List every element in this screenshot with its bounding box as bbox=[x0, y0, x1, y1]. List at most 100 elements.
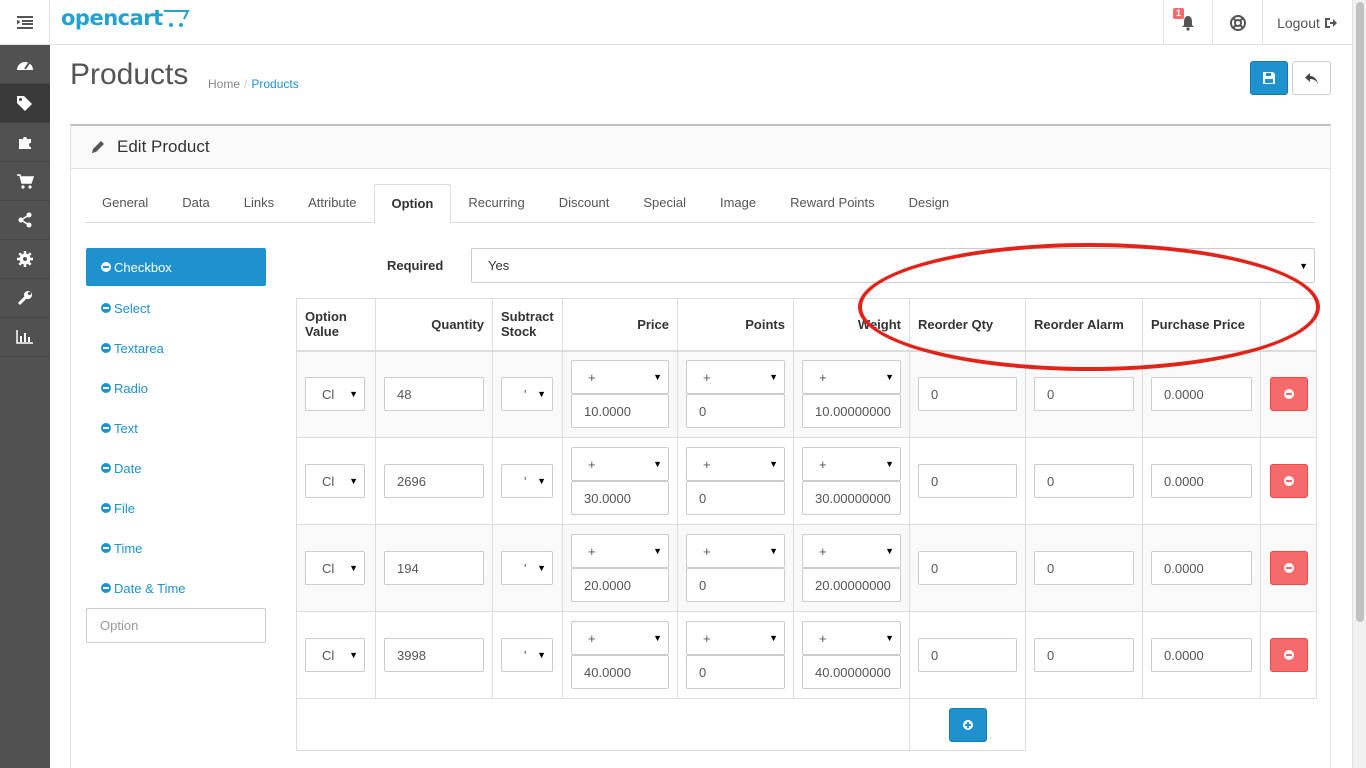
tab-discount[interactable]: Discount bbox=[542, 184, 627, 223]
tab-recurring[interactable]: Recurring bbox=[451, 184, 541, 223]
purchase-price-input[interactable]: 0.0000 bbox=[1151, 638, 1252, 672]
minus-circle-icon[interactable] bbox=[101, 303, 111, 313]
weight-prefix-select[interactable]: + ▼ bbox=[802, 447, 901, 481]
option-item-file[interactable]: File bbox=[86, 488, 266, 528]
points-prefix-select[interactable]: + ▼ bbox=[686, 534, 785, 568]
minus-circle-icon[interactable] bbox=[101, 343, 111, 353]
weight-input[interactable]: 30.00000000 bbox=[802, 481, 901, 515]
quantity-input[interactable]: 194 bbox=[384, 551, 484, 585]
remove-option-value-button[interactable] bbox=[1269, 551, 1308, 585]
weight-input[interactable]: 10.00000000 bbox=[802, 394, 901, 429]
option-value-select[interactable]: Cl ▼ bbox=[305, 464, 365, 498]
remove-option-value-button[interactable] bbox=[1269, 638, 1308, 672]
save-button[interactable] bbox=[1250, 61, 1288, 95]
reorder-qty-input[interactable]: 0 bbox=[918, 377, 1017, 412]
price-prefix-select[interactable]: + ▼ bbox=[571, 621, 669, 655]
points-prefix-select[interactable]: + ▼ bbox=[686, 360, 785, 395]
points-prefix-select[interactable]: + ▼ bbox=[686, 447, 785, 481]
price-input[interactable]: 20.0000 bbox=[571, 568, 669, 602]
option-item-textarea[interactable]: Textarea bbox=[86, 328, 266, 368]
tab-design[interactable]: Design bbox=[892, 184, 966, 223]
reorder-alarm-input[interactable]: 0 bbox=[1034, 377, 1134, 412]
sidebar-item-marketing[interactable] bbox=[0, 201, 50, 240]
points-input[interactable]: 0 bbox=[686, 481, 785, 515]
option-autocomplete-input[interactable]: Option bbox=[86, 608, 266, 643]
option-item-datetime[interactable]: Date & Time bbox=[86, 568, 266, 608]
tab-attribute[interactable]: Attribute bbox=[291, 184, 373, 223]
weight-input[interactable]: 40.00000000 bbox=[802, 655, 901, 689]
price-input[interactable]: 10.0000 bbox=[571, 394, 669, 429]
price-prefix-select[interactable]: + ▼ bbox=[571, 447, 669, 481]
remove-option-value-button[interactable] bbox=[1269, 377, 1308, 412]
reorder-alarm-input[interactable]: 0 bbox=[1034, 638, 1134, 672]
option-value-select[interactable]: Cl ▼ bbox=[305, 551, 365, 585]
reorder-qty-input[interactable]: 0 bbox=[918, 551, 1017, 585]
tab-links[interactable]: Links bbox=[227, 184, 291, 223]
minus-circle-icon[interactable] bbox=[101, 583, 111, 593]
sidebar-item-tools[interactable] bbox=[0, 279, 50, 318]
subtract-stock-select[interactable]: ' ▼ bbox=[501, 551, 553, 585]
price-prefix-select[interactable]: + ▼ bbox=[571, 534, 669, 568]
points-prefix-select[interactable]: + ▼ bbox=[686, 621, 785, 655]
purchase-price-input[interactable]: 0.0000 bbox=[1151, 551, 1252, 585]
weight-prefix-select[interactable]: + ▼ bbox=[802, 621, 901, 655]
minus-circle-icon[interactable] bbox=[101, 262, 111, 272]
reorder-alarm-input[interactable]: 0 bbox=[1034, 551, 1134, 585]
reorder-alarm-input[interactable]: 0 bbox=[1034, 464, 1134, 498]
option-value-select[interactable]: Cl ▼ bbox=[305, 638, 365, 672]
tab-option[interactable]: Option bbox=[373, 184, 452, 224]
points-input[interactable]: 0 bbox=[686, 655, 785, 689]
minus-circle-icon[interactable] bbox=[101, 503, 111, 513]
notification-button[interactable]: 1 bbox=[1163, 0, 1212, 45]
quantity-input[interactable]: 48 bbox=[384, 377, 484, 412]
remove-option-value-button[interactable] bbox=[1269, 464, 1308, 498]
subtract-stock-select[interactable]: ' ▼ bbox=[501, 377, 553, 412]
sidebar-item-reports[interactable] bbox=[0, 318, 50, 357]
breadcrumb-products[interactable]: Products bbox=[251, 77, 298, 91]
sidebar-item-sales[interactable] bbox=[0, 162, 50, 201]
minus-circle-icon[interactable] bbox=[101, 383, 111, 393]
subtract-stock-select[interactable]: ' ▼ bbox=[501, 464, 553, 498]
required-select[interactable]: Yes ▼ bbox=[471, 248, 1315, 283]
tab-image[interactable]: Image bbox=[703, 184, 773, 223]
option-item-radio[interactable]: Radio bbox=[86, 368, 266, 408]
tab-reward-points[interactable]: Reward Points bbox=[773, 184, 892, 223]
sidebar-item-catalog[interactable] bbox=[0, 84, 50, 123]
option-item-checkbox[interactable]: Checkbox bbox=[86, 248, 266, 286]
minus-circle-icon[interactable] bbox=[101, 543, 111, 553]
minus-circle-icon[interactable] bbox=[101, 423, 111, 433]
option-item-text[interactable]: Text bbox=[86, 408, 266, 448]
logout-button[interactable]: Logout bbox=[1262, 0, 1352, 45]
quantity-input[interactable]: 2696 bbox=[384, 464, 484, 498]
price-prefix-select[interactable]: + ▼ bbox=[571, 360, 669, 395]
sidebar-item-system[interactable] bbox=[0, 240, 50, 279]
page-scrollbar[interactable] bbox=[1352, 0, 1366, 768]
opencart-logo[interactable]: opencart bbox=[61, 6, 191, 30]
weight-prefix-select[interactable]: + ▼ bbox=[802, 534, 901, 568]
option-value-select[interactable]: Cl ▼ bbox=[305, 377, 365, 412]
tab-special[interactable]: Special bbox=[626, 184, 703, 223]
minus-circle-icon[interactable] bbox=[101, 463, 111, 473]
weight-prefix-select[interactable]: + ▼ bbox=[802, 360, 901, 395]
sidebar-item-dashboard[interactable] bbox=[0, 45, 50, 84]
purchase-price-input[interactable]: 0.0000 bbox=[1151, 377, 1252, 412]
subtract-stock-select[interactable]: ' ▼ bbox=[501, 638, 553, 672]
sidebar-item-extensions[interactable] bbox=[0, 123, 50, 162]
scroll-thumb[interactable] bbox=[1356, 2, 1364, 622]
reorder-qty-input[interactable]: 0 bbox=[918, 464, 1017, 498]
option-item-select[interactable]: Select bbox=[86, 288, 266, 328]
tab-general[interactable]: General bbox=[85, 184, 165, 223]
price-input[interactable]: 30.0000 bbox=[571, 481, 669, 515]
reorder-qty-input[interactable]: 0 bbox=[918, 638, 1017, 672]
breadcrumb-home[interactable]: Home bbox=[208, 77, 240, 91]
points-input[interactable]: 0 bbox=[686, 568, 785, 602]
points-input[interactable]: 0 bbox=[686, 394, 785, 429]
cancel-button[interactable] bbox=[1292, 61, 1331, 95]
option-item-date[interactable]: Date bbox=[86, 448, 266, 488]
purchase-price-input[interactable]: 0.0000 bbox=[1151, 464, 1252, 498]
quantity-input[interactable]: 3998 bbox=[384, 638, 484, 672]
tab-data[interactable]: Data bbox=[165, 184, 226, 223]
help-button[interactable] bbox=[1212, 0, 1262, 45]
price-input[interactable]: 40.0000 bbox=[571, 655, 669, 689]
add-option-value-button[interactable] bbox=[948, 707, 987, 742]
